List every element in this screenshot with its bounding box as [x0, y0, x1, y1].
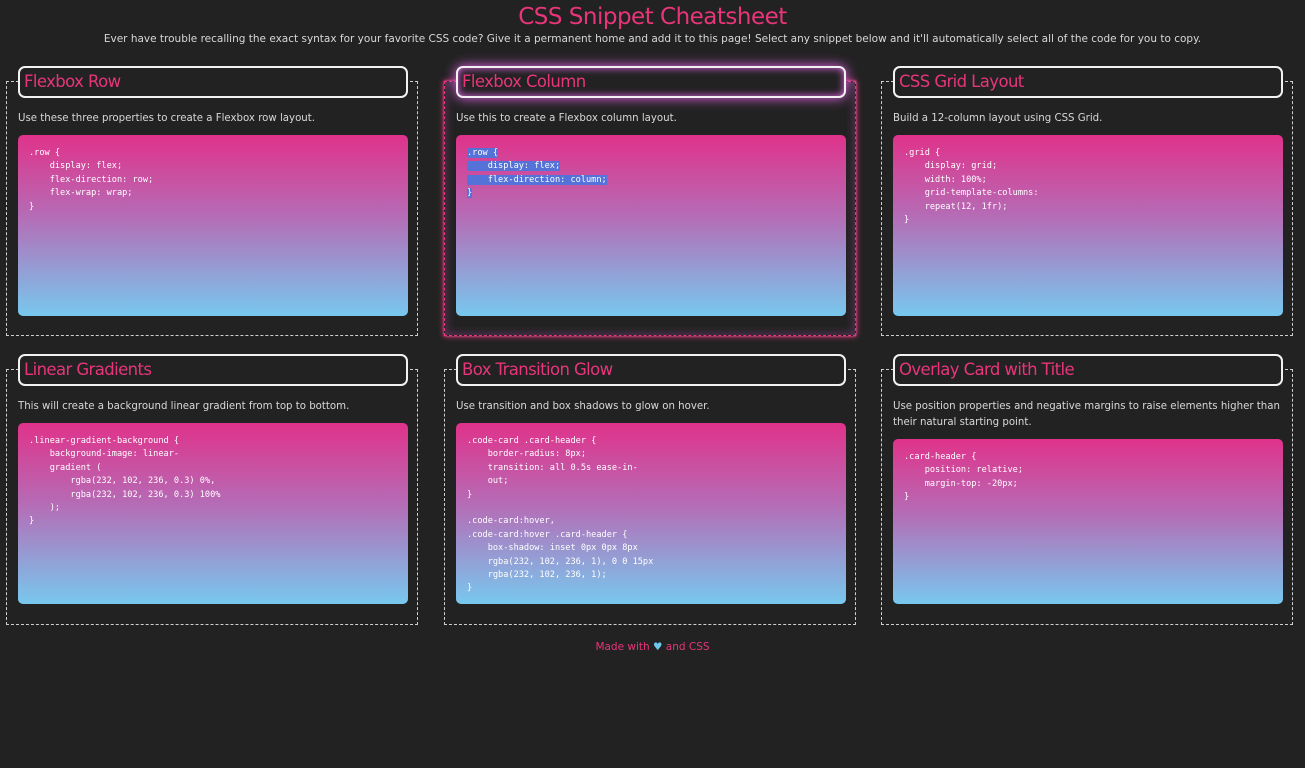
card-header: CSS Grid Layout: [893, 66, 1283, 98]
code-line: box-shadow: inset 0px 0px 8px: [467, 543, 638, 554]
code-line: width: 100%;: [904, 174, 987, 185]
code-card-linear-gradients[interactable]: Linear Gradients This will create a back…: [6, 354, 418, 625]
code-snippet[interactable]: .row { display: flex; flex-direction: co…: [456, 135, 846, 316]
code-card-flexbox-row[interactable]: Flexbox Row Use these three properties t…: [6, 66, 418, 336]
card-description: Use this to create a Flexbox column layo…: [456, 113, 677, 124]
code-line: }: [467, 583, 473, 594]
code-line: background-image: linear-: [29, 449, 180, 460]
card-header: Flexbox Row: [18, 66, 408, 98]
code-line: out;: [467, 476, 509, 487]
card-header: Box Transition Glow: [456, 354, 846, 386]
code-line: }: [467, 489, 473, 500]
card-description: Use position properties and negative mar…: [893, 401, 1280, 428]
code-snippet[interactable]: .code-card .card-header { border-radius:…: [456, 423, 846, 604]
code-card-overlay-card-with-title[interactable]: Overlay Card with Title Use position pro…: [881, 354, 1293, 625]
code-line: display: flex;: [467, 161, 561, 172]
code-line: transition: all 0.5s ease-in-: [467, 462, 638, 473]
code-line: .grid {: [904, 148, 941, 158]
code-line: .row {: [467, 148, 499, 158]
card-header: Flexbox Column: [456, 66, 846, 98]
code-line: rgba(232, 102, 236, 0.3) 100%: [29, 489, 221, 500]
card-description: Build a 12-column layout using CSS Grid.: [893, 113, 1103, 124]
code-line: rgba(232, 102, 236, 1);: [467, 569, 607, 580]
code-line: rgba(232, 102, 236, 1), 0 0 15px: [467, 556, 654, 567]
code-line: .card-header {: [904, 452, 977, 462]
code-line: position: relative;: [904, 465, 1023, 476]
code-line: border-radius: 8px;: [467, 449, 586, 460]
card-header: Linear Gradients: [18, 354, 408, 386]
card-description: Use these three properties to create a F…: [18, 113, 315, 124]
code-line: grid-template-columns:: [904, 188, 1039, 199]
code-line: flex-direction: column;: [467, 174, 607, 185]
code-line: .code-card .card-header {: [467, 436, 597, 446]
code-snippet[interactable]: .linear-gradient-background { background…: [18, 423, 408, 604]
card-header: Overlay Card with Title: [893, 354, 1283, 386]
heart-icon: ♥: [653, 641, 663, 653]
page-subtitle: Ever have trouble recalling the exact sy…: [103, 33, 1202, 45]
code-line: flex-wrap: wrap;: [29, 188, 133, 199]
code-card-flexbox-column[interactable]: Flexbox Column Use this to create a Flex…: [444, 66, 856, 336]
code-line: }: [29, 201, 35, 212]
code-line: rgba(232, 102, 236, 0.3) 0%,: [29, 476, 216, 487]
page-title: CSS Snippet Cheatsheet: [518, 4, 787, 30]
card-description: Use transition and box shadows to glow o…: [456, 401, 710, 412]
code-line: display: grid;: [904, 161, 998, 172]
code-line: .row {: [29, 148, 61, 158]
code-line: .code-card:hover,: [467, 516, 555, 527]
code-line: }: [904, 492, 910, 503]
code-line: display: flex;: [29, 161, 123, 172]
code-line: repeat(12, 1fr);: [904, 201, 1008, 212]
code-line: .linear-gradient-background {: [29, 436, 180, 446]
code-card-box-transition-glow[interactable]: Box Transition Glow Use transition and b…: [444, 354, 856, 625]
footer-made-with: Made with: [595, 641, 650, 653]
footer-and-css: and CSS: [665, 641, 710, 653]
code-line: }: [29, 516, 35, 527]
code-snippet[interactable]: .row { display: flex; flex-direction: ro…: [18, 135, 408, 316]
code-line: margin-top: -20px;: [904, 478, 1018, 489]
code-snippet[interactable]: .grid { display: grid; width: 100%; grid…: [893, 135, 1283, 316]
code-line: }: [467, 188, 473, 199]
code-card-css-grid-layout[interactable]: CSS Grid Layout Build a 12-column layout…: [881, 66, 1293, 336]
code-line: );: [29, 502, 61, 513]
code-line: gradient (: [29, 462, 102, 473]
card-description: This will create a background linear gra…: [18, 401, 350, 412]
code-line: flex-direction: row;: [29, 174, 154, 185]
code-line: .code-card:hover .card-header {: [467, 529, 628, 540]
footer: Made with ♥ and CSS: [0, 641, 1305, 653]
code-snippet[interactable]: .card-header { position: relative; margi…: [893, 439, 1283, 604]
code-line: }: [904, 214, 910, 225]
